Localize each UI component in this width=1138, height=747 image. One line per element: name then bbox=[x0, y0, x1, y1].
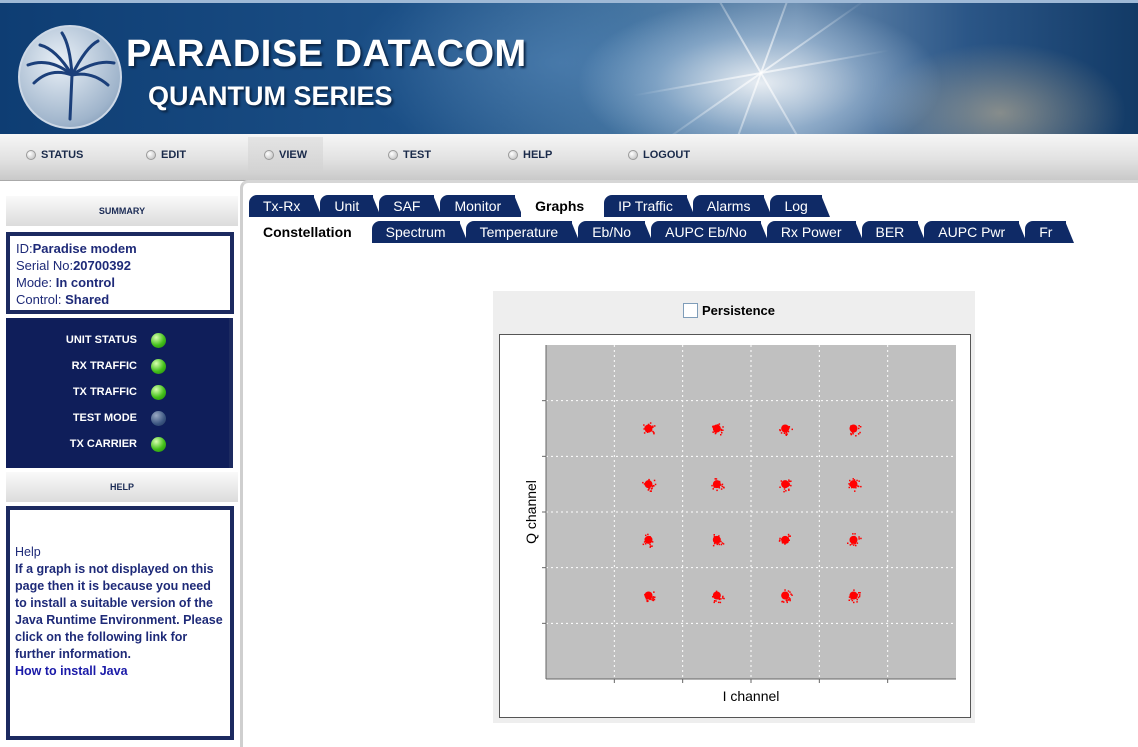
nav-bullet-icon bbox=[146, 150, 156, 160]
summary-control: Control: Shared bbox=[16, 292, 110, 307]
header-banner: PARADISE DATACOM QUANTUM SERIES bbox=[0, 0, 1138, 137]
status-led-icon bbox=[151, 384, 166, 400]
tab-rx-power[interactable]: Rx Power bbox=[766, 221, 864, 243]
summary-mode: Mode: In control bbox=[16, 275, 115, 290]
nav-status-label: STATUS bbox=[41, 149, 84, 161]
help-box: Help If a graph is not displayed on this… bbox=[6, 506, 234, 740]
checkbox-icon[interactable] bbox=[683, 303, 698, 318]
status-led-icon bbox=[151, 436, 166, 452]
status-label: RX TRAFFIC bbox=[71, 360, 137, 372]
nav-edit-label: EDIT bbox=[161, 149, 187, 161]
nav-logout[interactable]: LOGOUT bbox=[628, 149, 690, 161]
help-title: Help bbox=[15, 545, 41, 559]
tab-tx-rx[interactable]: Tx-Rx bbox=[249, 195, 323, 217]
nav-bullet-icon bbox=[26, 150, 36, 160]
nav-edit[interactable]: EDIT bbox=[146, 149, 186, 161]
summary-box: ID:Paradise modem Serial No:20700392 Mod… bbox=[6, 232, 234, 314]
status-led-icon bbox=[151, 410, 166, 426]
persistence-checkbox[interactable]: Persistence bbox=[683, 303, 775, 318]
tab-alarms[interactable]: Alarms bbox=[692, 195, 772, 217]
summary-header: SUMMARY bbox=[6, 196, 238, 226]
y-axis-label: Q channel bbox=[523, 480, 539, 544]
nav-help-label: HELP bbox=[523, 149, 553, 161]
summary-id: ID:Paradise modem bbox=[16, 241, 137, 256]
install-java-link[interactable]: How to install Java bbox=[15, 663, 226, 680]
nav-status[interactable]: STATUS bbox=[26, 149, 83, 161]
persistence-label: Persistence bbox=[702, 303, 775, 318]
status-label: TEST MODE bbox=[72, 412, 137, 424]
tab-spectrum[interactable]: Spectrum bbox=[371, 221, 468, 243]
status-row-tx-carrier: TX CARRIER bbox=[6, 433, 166, 455]
nav-test-label: TEST bbox=[403, 149, 432, 161]
summary-serial: Serial No:20700392 bbox=[16, 258, 131, 273]
help-body: If a graph is not displayed on this page… bbox=[15, 562, 223, 661]
status-led-icon bbox=[151, 358, 166, 374]
status-led-icon bbox=[151, 332, 166, 348]
nav-logout-label: LOGOUT bbox=[643, 149, 691, 161]
status-panel: UNIT STATUS RX TRAFFIC TX TRAFFIC TEST M… bbox=[6, 318, 233, 468]
top-navigation: STATUS EDIT VIEW TEST HELP LOGOUT bbox=[0, 134, 1138, 181]
sidebar: SUMMARY ID:Paradise modem Serial No:2070… bbox=[0, 188, 240, 744]
status-label: TX TRAFFIC bbox=[72, 386, 137, 398]
graph-tab-bar: Constellation Spectrum Temperature Eb/No… bbox=[249, 221, 1075, 243]
tab-unit[interactable]: Unit bbox=[320, 195, 382, 217]
nav-view[interactable]: VIEW bbox=[248, 137, 324, 173]
tab-ip-traffic[interactable]: IP Traffic bbox=[604, 195, 695, 217]
tab-ber[interactable]: BER bbox=[861, 221, 927, 243]
main-tab-bar: Tx-Rx Unit SAF Monitor Graphs IP Traffic… bbox=[249, 195, 831, 217]
brand-title: PARADISE DATACOM bbox=[126, 33, 527, 75]
main-content: Tx-Rx Unit SAF Monitor Graphs IP Traffic… bbox=[240, 180, 1138, 747]
status-row-test-mode: TEST MODE bbox=[6, 407, 166, 429]
nav-bullet-icon bbox=[508, 150, 518, 160]
tab-log[interactable]: Log bbox=[770, 195, 831, 217]
status-row-rx-traffic: RX TRAFFIC bbox=[6, 355, 166, 377]
constellation-plot: I channel Q channel bbox=[523, 345, 956, 704]
nav-bullet-icon bbox=[264, 150, 274, 160]
nav-help[interactable]: HELP bbox=[508, 149, 552, 161]
status-row-unit-status: UNIT STATUS bbox=[6, 329, 166, 351]
x-axis-label: I channel bbox=[723, 688, 780, 704]
paradise-logo bbox=[18, 25, 122, 129]
constellation-applet: Persistence I channel Q channel bbox=[493, 291, 975, 723]
tab-temperature[interactable]: Temperature bbox=[465, 221, 580, 243]
constellation-chart: I channel Q channel bbox=[499, 334, 971, 718]
status-label: TX CARRIER bbox=[69, 438, 137, 450]
nav-bullet-icon bbox=[388, 150, 398, 160]
help-header: HELP bbox=[6, 472, 238, 502]
status-row-tx-traffic: TX TRAFFIC bbox=[6, 381, 166, 403]
brand-subtitle: QUANTUM SERIES bbox=[148, 81, 393, 111]
tab-aupc-pwr[interactable]: AUPC Pwr bbox=[924, 221, 1028, 243]
tab-fr[interactable]: Fr bbox=[1025, 221, 1075, 243]
nav-test[interactable]: TEST bbox=[388, 149, 431, 161]
status-label: UNIT STATUS bbox=[65, 334, 137, 346]
tab-monitor[interactable]: Monitor bbox=[440, 195, 523, 217]
tab-constellation[interactable]: Constellation bbox=[249, 221, 374, 243]
nav-view-label: VIEW bbox=[279, 149, 308, 161]
nav-bullet-icon bbox=[628, 150, 638, 160]
tab-ebno[interactable]: Eb/No bbox=[578, 221, 654, 243]
tab-graphs[interactable]: Graphs bbox=[521, 195, 607, 217]
tab-aupc-ebno[interactable]: AUPC Eb/No bbox=[651, 221, 769, 243]
tab-saf[interactable]: SAF bbox=[379, 195, 443, 217]
